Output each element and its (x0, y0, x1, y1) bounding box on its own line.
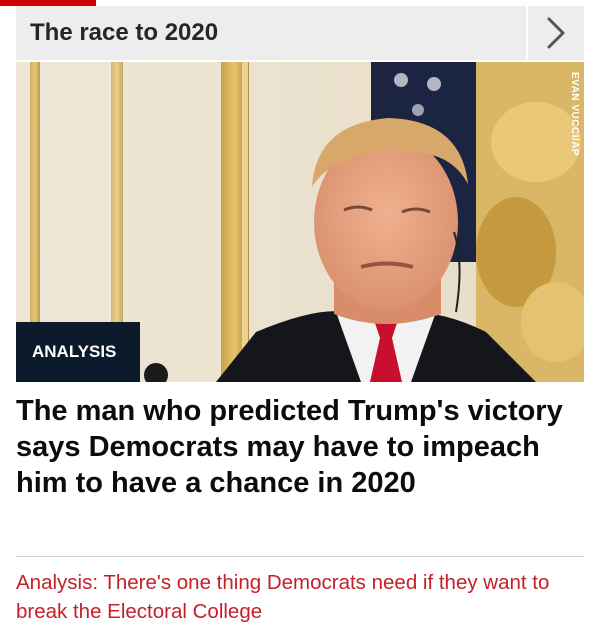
section-header[interactable]: The race to 2020 (16, 6, 584, 60)
chevron-right-icon (547, 17, 565, 49)
photo-credit: EVAN VUCCI/AP (569, 72, 580, 157)
analysis-badge: ANALYSIS (16, 322, 140, 382)
article-headline[interactable]: The man who predicted Trump's victory sa… (16, 393, 584, 501)
divider (16, 556, 584, 557)
section-next-button[interactable] (526, 6, 584, 60)
related-article-link[interactable]: Analysis: There's one thing Democrats ne… (16, 568, 584, 626)
section-title[interactable]: The race to 2020 (16, 19, 526, 47)
hero-image[interactable]: EVAN VUCCI/AP ANALYSIS (16, 62, 584, 382)
